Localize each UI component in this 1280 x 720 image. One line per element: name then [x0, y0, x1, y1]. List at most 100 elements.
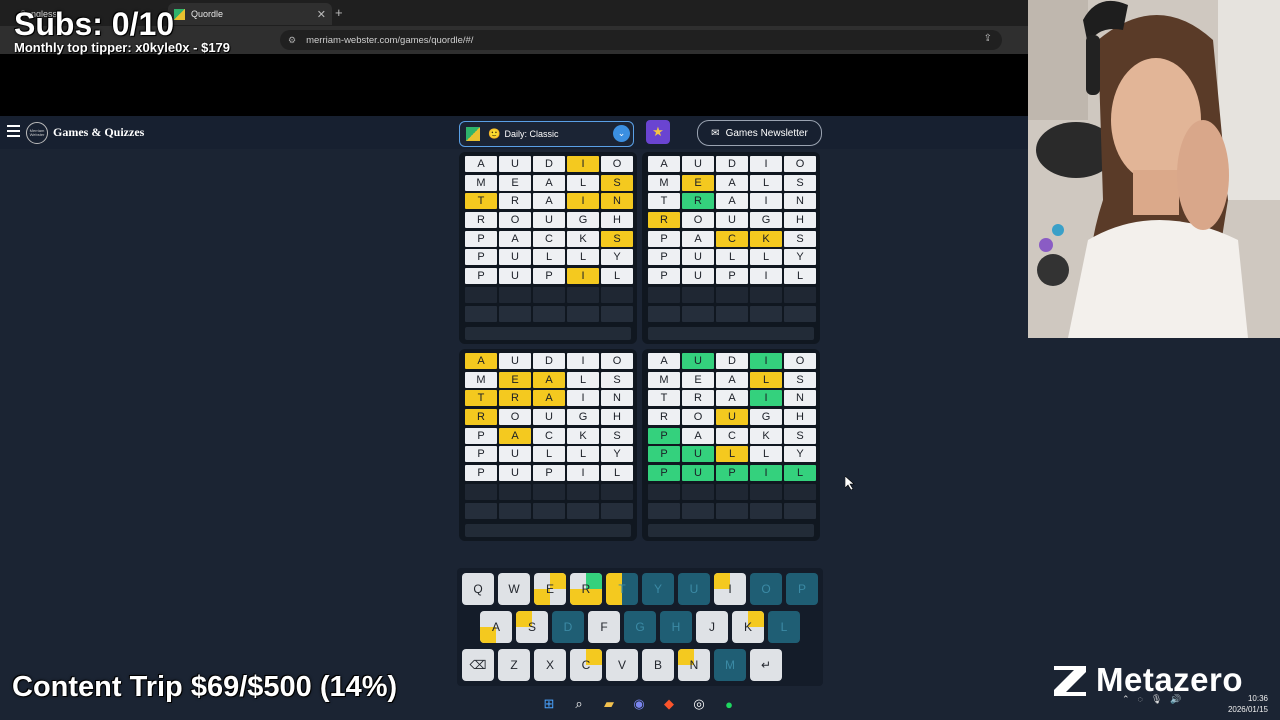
empty-tile	[601, 502, 633, 519]
discord-icon[interactable]: ◉	[630, 695, 648, 713]
key-p[interactable]: P	[786, 573, 818, 605]
key-j[interactable]: J	[696, 611, 728, 643]
tile: U	[682, 268, 714, 285]
tile: A	[499, 230, 531, 247]
key-label: ⌫	[469, 658, 487, 672]
key-o[interactable]: O	[750, 573, 782, 605]
tile: M	[648, 371, 680, 388]
key-h[interactable]: H	[660, 611, 692, 643]
windows-start-icon[interactable]: ⊞	[540, 695, 558, 713]
key-g[interactable]: G	[624, 611, 656, 643]
tile: L	[784, 465, 816, 482]
key-t[interactable]: T	[606, 573, 638, 605]
tile: R	[499, 390, 531, 407]
empty-tile	[784, 305, 816, 322]
key-label: D	[563, 620, 573, 634]
key-y[interactable]: Y	[642, 573, 674, 605]
empty-tile	[465, 286, 497, 303]
key-w[interactable]: W	[498, 573, 530, 605]
tile: I	[750, 353, 782, 369]
key-l[interactable]: L	[768, 611, 800, 643]
file-explorer-icon[interactable]: ▰	[600, 695, 618, 713]
key-s[interactable]: S	[516, 611, 548, 643]
site-info-icon[interactable]: ⚙	[288, 35, 296, 46]
taskbar-icons: ⊞ ⌕ ▰ ◉ ◆ ◎ ●	[540, 692, 738, 716]
url-field[interactable]: ⚙ merriam-webster.com/games/quordle/#/ ⇪	[280, 30, 1002, 50]
brave-browser-icon[interactable]: ◆	[660, 695, 678, 713]
close-tab-icon[interactable]: ✕	[317, 8, 326, 21]
tile: O	[784, 156, 816, 172]
tile: P	[648, 230, 680, 247]
key-a[interactable]: A	[480, 611, 512, 643]
tile: U	[682, 353, 714, 369]
tab-quordle[interactable]: Quordle ✕	[168, 3, 332, 25]
key-u[interactable]: U	[678, 573, 710, 605]
tile: A	[716, 371, 748, 388]
key-label: Z	[510, 658, 518, 672]
taskbar-clock[interactable]: 10:36 2026/01/15	[1224, 693, 1268, 715]
empty-tile	[465, 502, 497, 519]
key-label: U	[689, 582, 699, 596]
empty-tile	[601, 305, 633, 322]
games-quizzes-link[interactable]: Games & Quizzes	[53, 125, 144, 140]
mic-icon[interactable]: 🎙	[1151, 694, 1162, 705]
tile: S	[784, 427, 816, 444]
key-b[interactable]: B	[642, 649, 674, 681]
mode-select[interactable]: 🙂 Daily: Classic ⌄	[459, 121, 634, 147]
tile: A	[648, 156, 680, 172]
enter-key[interactable]: ↵	[750, 649, 782, 681]
obs-icon[interactable]: ◎	[690, 695, 708, 713]
new-tab-icon[interactable]: +	[335, 5, 343, 20]
empty-tile	[716, 502, 748, 519]
search-icon[interactable]: ⌕	[570, 695, 588, 713]
games-newsletter-button[interactable]: ✉ Games Newsletter	[697, 120, 822, 146]
tile: T	[648, 193, 680, 210]
newsletter-label: Games Newsletter	[725, 127, 808, 139]
chevron-up-icon[interactable]: ⌃	[1122, 694, 1130, 705]
empty-tile	[682, 502, 714, 519]
empty-tile	[682, 305, 714, 322]
tile: T	[465, 390, 497, 407]
tile: P	[533, 268, 565, 285]
key-d[interactable]: D	[552, 611, 584, 643]
tile: O	[682, 409, 714, 426]
key-x[interactable]: X	[534, 649, 566, 681]
key-n[interactable]: N	[678, 649, 710, 681]
volume-icon[interactable]: 🔊	[1170, 694, 1181, 705]
backspace-key[interactable]: ⌫	[462, 649, 494, 681]
tile: H	[784, 212, 816, 229]
empty-tile	[784, 483, 816, 500]
tile: P	[716, 465, 748, 482]
tile: U	[499, 446, 531, 463]
tile: P	[465, 465, 497, 482]
key-m[interactable]: M	[714, 649, 746, 681]
empty-tile	[750, 305, 782, 322]
tile: A	[465, 353, 497, 369]
key-q[interactable]: Q	[462, 573, 494, 605]
tile: A	[533, 390, 565, 407]
tile: U	[499, 249, 531, 266]
tile: H	[601, 212, 633, 229]
tile: A	[648, 353, 680, 369]
key-f[interactable]: F	[588, 611, 620, 643]
star-button[interactable]: ★	[646, 120, 670, 144]
key-i[interactable]: I	[714, 573, 746, 605]
empty-tile	[750, 286, 782, 303]
share-icon[interactable]: ⇪	[984, 33, 992, 44]
hamburger-menu-icon[interactable]	[7, 125, 20, 137]
tile: L	[750, 446, 782, 463]
key-v[interactable]: V	[606, 649, 638, 681]
key-c[interactable]: C	[570, 649, 602, 681]
key-k[interactable]: K	[732, 611, 764, 643]
key-label: I	[728, 582, 732, 596]
key-label: Q	[473, 582, 483, 596]
chevron-down-icon[interactable]: ⌄	[613, 125, 630, 142]
spotify-icon[interactable]: ●	[720, 695, 738, 713]
network-icon[interactable]: ◌	[1138, 694, 1143, 705]
key-e[interactable]: E	[534, 573, 566, 605]
metazero-mark-icon	[1054, 666, 1086, 696]
merriam-webster-logo[interactable]: Merriam Webster	[26, 122, 48, 144]
tile: H	[784, 409, 816, 426]
key-z[interactable]: Z	[498, 649, 530, 681]
key-r[interactable]: R	[570, 573, 602, 605]
